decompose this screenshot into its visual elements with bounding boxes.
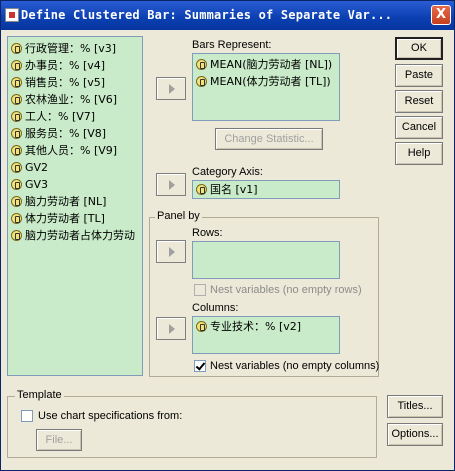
variable-list-item[interactable]: 体力劳动者 [TL] [8,210,142,227]
variable-icon [196,321,207,332]
variable-icon [11,179,22,190]
template-title: Template [15,389,64,401]
variable-label: GV3 [25,178,49,191]
variable-list-item[interactable]: 农林渔业：% [V6] [8,91,142,108]
variable-icon [11,60,22,71]
columns-label: Columns: [192,302,239,314]
app-icon [5,8,19,22]
variable-label: 服务员：% [V8] [25,127,107,140]
bars-represent-item[interactable]: MEAN(脑力劳动者 [NL]) [193,56,339,73]
cancel-button[interactable]: Cancel [395,116,443,139]
bars-represent-label: Bars Represent: [192,39,272,51]
change-statistic-button[interactable]: Change Statistic... [215,128,323,150]
variable-icon [11,145,22,156]
right-arrow-icon [169,247,175,257]
variable-icon [11,213,22,224]
rows-nest-label: Nest variables (no empty rows) [210,284,362,296]
bars-represent-arrow-button[interactable] [156,77,186,100]
category-axis-label: Category Axis: [192,166,263,178]
window-title: Define Clustered Bar: Summaries of Separ… [21,8,393,22]
titles-button[interactable]: Titles... [387,395,443,418]
variable-icon [11,43,22,54]
columns-list[interactable]: 专业技术：% [v2] [192,316,340,354]
rows-label: Rows: [192,227,223,239]
panel-by-title: Panel by [155,210,202,222]
variable-icon [11,162,22,173]
bars-represent-list[interactable]: MEAN(脑力劳动者 [NL]) MEAN(体力劳动者 [TL]) [192,53,340,121]
file-button[interactable]: File... [36,429,82,451]
variable-label: 销售员：% [v5] [25,76,106,89]
variable-icon [11,111,22,122]
columns-arrow-button[interactable] [156,317,186,340]
variable-icon [11,94,22,105]
help-button[interactable]: Help [395,142,443,165]
variable-list-item[interactable]: 行政管理：% [v3] [8,40,142,57]
rows-arrow-button[interactable] [156,240,186,263]
variable-icon [11,230,22,241]
reset-button[interactable]: Reset [395,90,443,113]
paste-button[interactable]: Paste [395,64,443,87]
category-axis-item[interactable]: 国名 [v1] [193,181,339,198]
use-chart-spec-checkbox[interactable] [21,410,33,422]
category-axis-arrow-button[interactable] [156,173,186,196]
variable-label: 其他人员：% [V9] [25,144,118,157]
variable-label: 工人：% [V7] [25,110,96,123]
ok-button[interactable]: OK [395,37,443,60]
variable-list-item[interactable]: 脑力劳动者 [NL] [8,193,142,210]
variable-list-item[interactable]: GV2 [8,159,142,176]
right-arrow-icon [169,324,175,334]
variable-label: 办事员：% [v4] [25,59,106,72]
variable-label: 体力劳动者 [TL] [25,212,105,225]
variable-list[interactable]: 行政管理：% [v3] 办事员：% [v4] 销售员：% [v5] 农林渔业：% [V… [7,36,143,376]
variable-list-item[interactable]: 脑力劳动者占体力劳动 [8,227,142,244]
variable-label: 行政管理：% [v3] [25,42,117,55]
variable-icon [196,76,207,87]
category-axis-field[interactable]: 国名 [v1] [192,180,340,199]
variable-list-item[interactable]: 服务员：% [V8] [8,125,142,142]
variable-list-item[interactable]: 销售员：% [v5] [8,74,142,91]
variable-icon [11,128,22,139]
columns-nest-checkbox[interactable] [194,360,206,372]
variable-list-item[interactable]: GV3 [8,176,142,193]
variable-icon [11,196,22,207]
variable-list-item[interactable]: 办事员：% [v4] [8,57,142,74]
use-chart-spec-label: Use chart specifications from: [38,410,183,422]
rows-list[interactable] [192,241,340,279]
variable-list-item[interactable]: 其他人员：% [V9] [8,142,142,159]
variable-label: 脑力劳动者占体力劳动 [25,229,135,242]
variable-label: 农林渔业：% [V6] [25,93,118,106]
variable-icon [196,184,207,195]
columns-item[interactable]: 专业技术：% [v2] [193,318,339,335]
variable-icon [196,59,207,70]
right-arrow-icon [169,180,175,190]
variable-label: 脑力劳动者 [NL] [25,195,107,208]
bars-represent-item[interactable]: MEAN(体力劳动者 [TL]) [193,73,339,90]
title-bar[interactable]: Define Clustered Bar: Summaries of Separ… [1,1,454,30]
variable-icon [11,77,22,88]
right-arrow-icon [169,84,175,94]
rows-nest-checkbox[interactable] [194,284,206,296]
dialog-window: Define Clustered Bar: Summaries of Separ… [0,0,455,471]
columns-nest-label: Nest variables (no empty columns) [210,360,380,372]
variable-list-item[interactable]: 工人：% [V7] [8,108,142,125]
close-button[interactable]: X [431,5,451,25]
variable-label: GV2 [25,161,49,174]
options-button[interactable]: Options... [387,423,443,446]
